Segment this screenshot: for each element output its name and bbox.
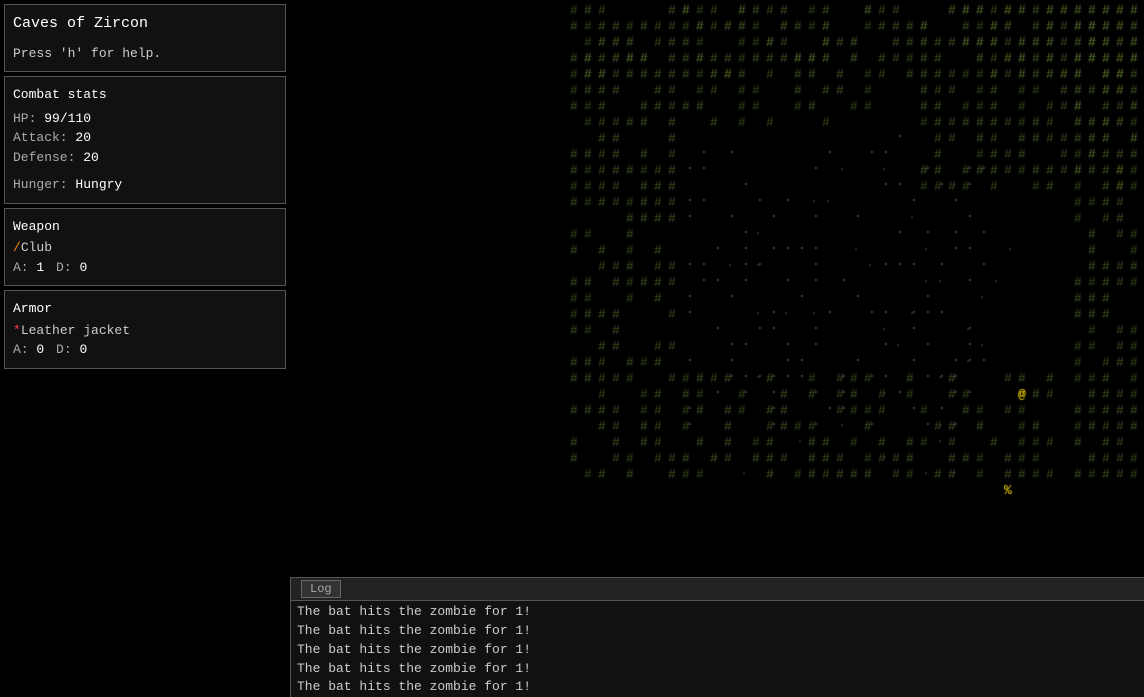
game-area[interactable]: Log The bat hits the zombie for 1!The ba… [290, 0, 1144, 697]
map-container[interactable] [290, 0, 1144, 577]
log-tab-label: Log [301, 580, 341, 598]
weapon-defense-label: D: [56, 260, 72, 275]
sidebar: Caves of Zircon Press 'h' for help. Comb… [0, 0, 290, 697]
weapon-name-row: /Club [13, 238, 277, 258]
armor-title: Armor [13, 299, 277, 319]
hunger-row: Hunger: Hungry [13, 175, 277, 195]
attack-label: Attack: [13, 130, 68, 145]
armor-defense-value: 0 [79, 342, 87, 357]
hp-label: HP: [13, 111, 36, 126]
map-canvas[interactable] [290, 0, 1144, 577]
weapon-title: Weapon [13, 217, 277, 237]
armor-stats-row: A: 0 D: 0 [13, 340, 277, 360]
hunger-label: Hunger: [13, 177, 68, 192]
weapon-icon: / [13, 240, 21, 255]
log-line: The bat hits the zombie for 1! [297, 603, 1138, 622]
title-panel: Caves of Zircon Press 'h' for help. [4, 4, 286, 72]
defense-label: Defense: [13, 150, 75, 165]
weapon-name: Club [21, 240, 52, 255]
combat-stats-panel: Combat stats HP: 99/110 Attack: 20 Defen… [4, 76, 286, 204]
log-line: The bat hits the zombie for 1! [297, 660, 1138, 679]
help-text: Press 'h' for help. [13, 44, 277, 64]
attack-value: 20 [75, 130, 91, 145]
log-line: The bat hits the zombie for 1! [297, 622, 1138, 641]
log-tab: Log [291, 578, 1144, 601]
weapon-attack-label: A: [13, 260, 29, 275]
armor-name-row: *Leather jacket [13, 321, 277, 341]
log-line: The bat hits the zombie for 1! [297, 678, 1138, 697]
armor-attack-label: A: [13, 342, 29, 357]
attack-row: Attack: 20 [13, 128, 277, 148]
armor-name: Leather jacket [21, 323, 130, 338]
weapon-defense-value: 0 [79, 260, 87, 275]
armor-attack-value: 0 [36, 342, 44, 357]
hp-value: 99/110 [44, 111, 91, 126]
log-area: Log The bat hits the zombie for 1!The ba… [290, 577, 1144, 697]
weapon-attack-value: 1 [36, 260, 44, 275]
weapon-panel: Weapon /Club A: 1 D: 0 [4, 208, 286, 287]
armor-panel: Armor *Leather jacket A: 0 D: 0 [4, 290, 286, 369]
weapon-stats-row: A: 1 D: 0 [13, 258, 277, 278]
hp-row: HP: 99/110 [13, 109, 277, 129]
log-messages: The bat hits the zombie for 1!The bat hi… [291, 601, 1144, 697]
combat-stats-title: Combat stats [13, 85, 277, 105]
game-title: Caves of Zircon [13, 13, 277, 36]
defense-value: 20 [83, 150, 99, 165]
defense-row: Defense: 20 [13, 148, 277, 168]
log-line: The bat hits the zombie for 1! [297, 641, 1138, 660]
hunger-value: Hungry [75, 177, 122, 192]
armor-icon: * [13, 323, 21, 338]
main-layout: Caves of Zircon Press 'h' for help. Comb… [0, 0, 1144, 697]
armor-defense-label: D: [56, 342, 72, 357]
